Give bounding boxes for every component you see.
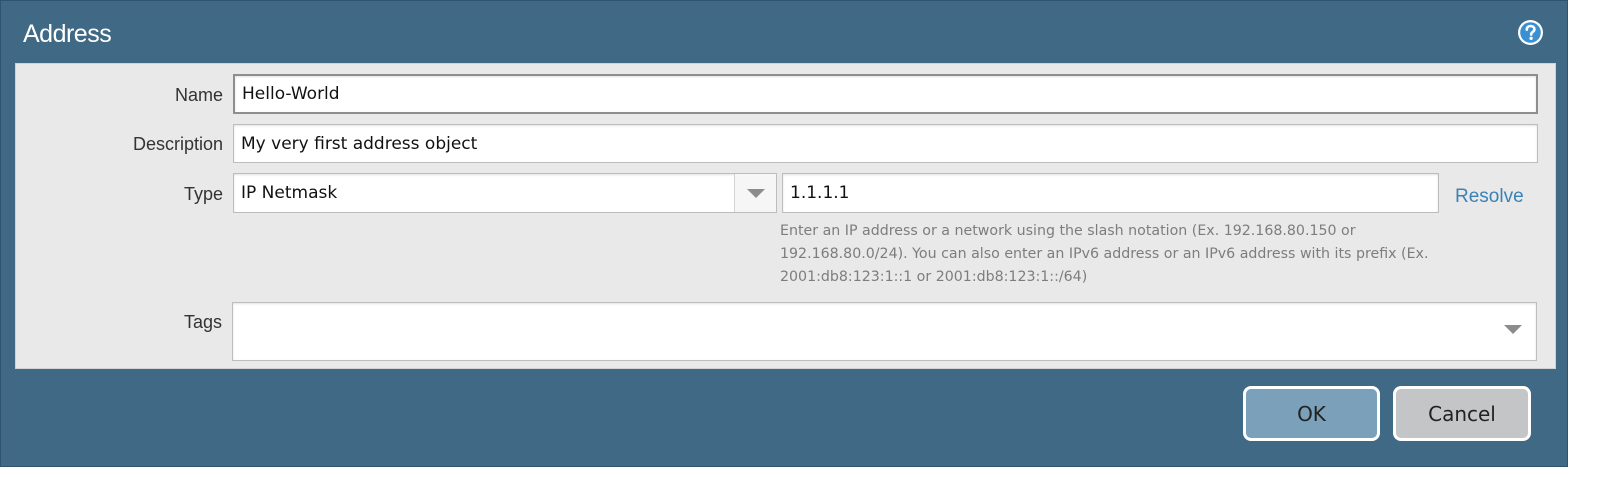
ip-help-line: 2001:db8:123:1::1 or 2001:db8:123:1::/64… [780, 269, 1088, 285]
ip-address-input[interactable]: 1.1.1.1 [782, 173, 1439, 213]
chevron-down-icon [1504, 325, 1522, 334]
name-label: Name [174, 85, 223, 105]
tags-input[interactable] [232, 302, 1537, 361]
chevron-down-icon [746, 188, 765, 198]
description-input[interactable]: My very first address object [233, 124, 1538, 163]
cancel-button[interactable]: Cancel [1393, 386, 1531, 441]
dialog-titlebar[interactable]: Address [1, 1, 1567, 63]
address-dialog: Address Name Hello-World Description My … [0, 0, 1568, 467]
type-label: Type [183, 184, 223, 204]
type-select-toggle[interactable] [734, 174, 776, 212]
tags-dropdown-toggle[interactable] [1504, 325, 1522, 334]
tags-label: Tags [183, 312, 222, 332]
description-label: Description [132, 134, 223, 154]
ip-help-line: Enter an IP address or a network using t… [780, 223, 1356, 239]
help-icon[interactable] [1517, 19, 1544, 46]
ok-button[interactable]: OK [1243, 386, 1380, 441]
resolve-link[interactable]: Resolve [1455, 186, 1524, 208]
ip-help-line: 192.168.80.0/24). You can also enter an … [780, 246, 1429, 262]
type-select-value: IP Netmask [241, 183, 338, 203]
ip-help-text: Enter an IP address or a network using t… [780, 220, 1530, 289]
name-input[interactable]: Hello-World [233, 74, 1538, 114]
type-select[interactable]: IP Netmask [233, 173, 777, 213]
dialog-title: Address [23, 20, 112, 48]
